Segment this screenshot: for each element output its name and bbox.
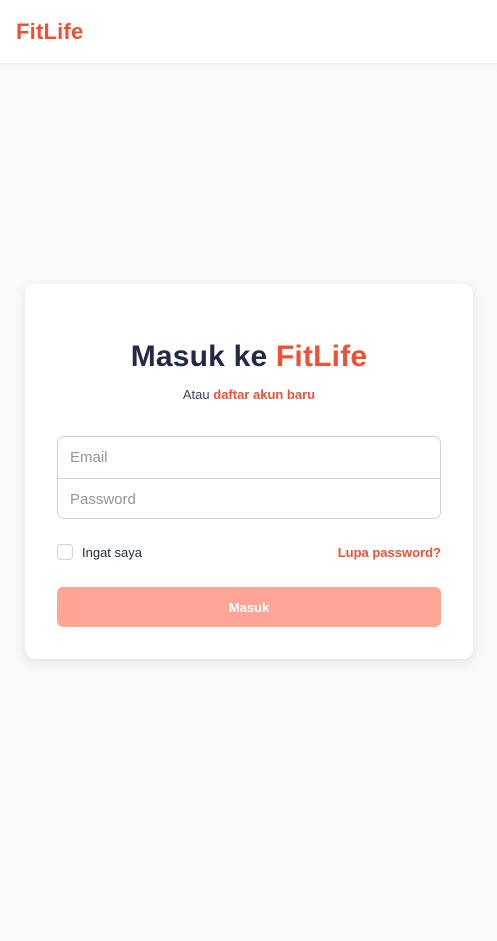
top-navbar: FitLife: [0, 0, 497, 64]
remember-me[interactable]: Ingat saya: [57, 544, 142, 560]
signup-prompt-text: Atau: [182, 387, 214, 402]
remember-me-label: Ingat saya: [82, 544, 142, 560]
login-button[interactable]: Masuk: [57, 587, 441, 627]
title-brand: FitLife: [275, 340, 368, 373]
login-card: Masuk ke FitLife Atau daftar akun baru I…: [25, 284, 473, 659]
signup-prompt: Atau daftar akun baru: [25, 387, 473, 402]
remember-me-checkbox[interactable]: [57, 544, 73, 560]
title-prefix: Masuk ke: [130, 340, 276, 373]
email-field[interactable]: [58, 437, 440, 478]
forgot-password-link[interactable]: Lupa password?: [338, 545, 441, 560]
page-title: Masuk ke FitLife: [25, 340, 473, 374]
credentials-fieldset: [57, 436, 441, 519]
password-field[interactable]: [58, 478, 440, 518]
signup-link[interactable]: daftar akun baru: [213, 387, 315, 402]
brand-logo[interactable]: FitLife: [16, 19, 83, 45]
